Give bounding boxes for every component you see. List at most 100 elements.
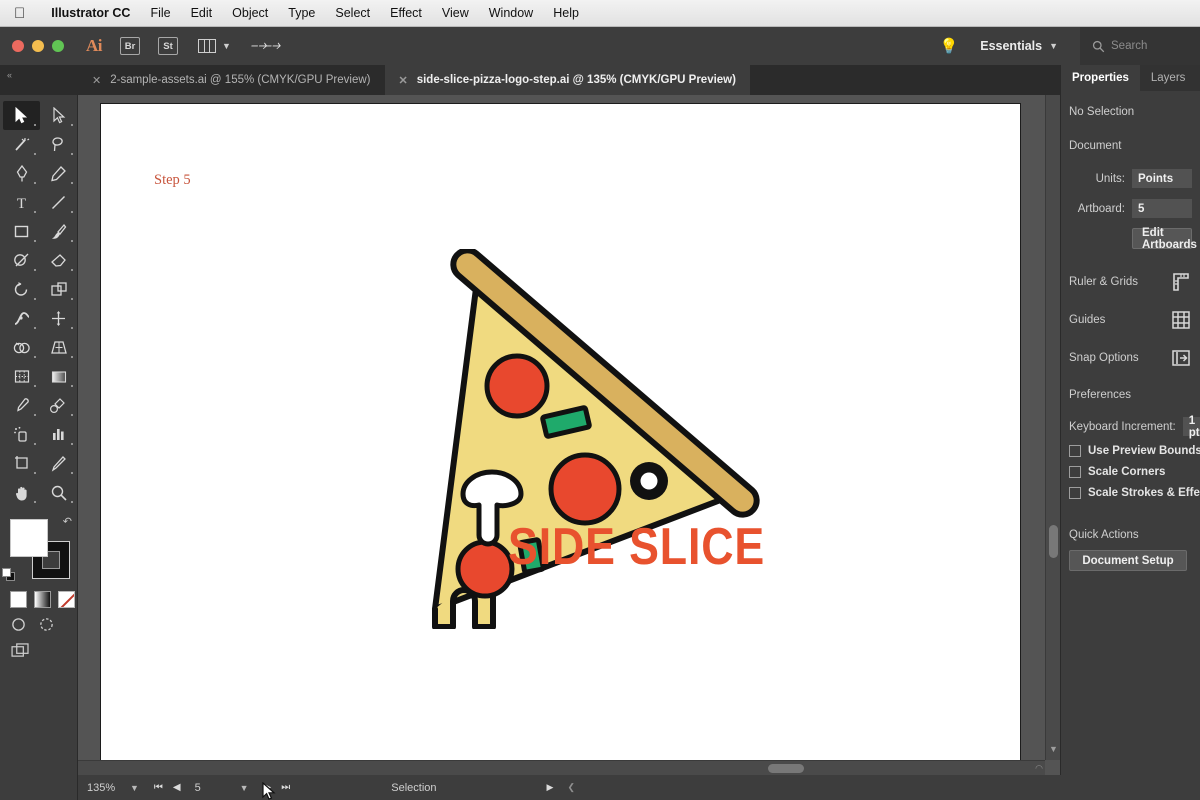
logo-wordmark[interactable]: SIDE SLICE bbox=[508, 517, 765, 577]
units-value[interactable]: Points bbox=[1132, 169, 1192, 188]
rotate-tool[interactable] bbox=[3, 275, 40, 304]
previous-artboard-button[interactable]: ◀ bbox=[168, 782, 186, 793]
symbol-sprayer-tool[interactable] bbox=[3, 420, 40, 449]
horizontal-scrollbar-thumb[interactable] bbox=[768, 764, 804, 773]
stock-button[interactable]: St bbox=[158, 37, 178, 55]
zoom-chevron-down-icon[interactable]: ▼ bbox=[120, 783, 149, 793]
tab-layers[interactable]: Layers bbox=[1140, 65, 1197, 91]
ruler-icon[interactable] bbox=[1170, 271, 1192, 293]
menu-item-window[interactable]: Window bbox=[479, 0, 543, 27]
free-transform-tool[interactable] bbox=[40, 304, 77, 333]
document-heading: Document bbox=[1069, 140, 1122, 152]
menu-item-view[interactable]: View bbox=[432, 0, 479, 27]
document-setup-button[interactable]: Document Setup bbox=[1069, 550, 1187, 571]
draw-behind-icon[interactable] bbox=[39, 617, 54, 632]
checkbox-scale-corners[interactable]: Scale Corners bbox=[1069, 466, 1192, 478]
tab-properties[interactable]: Properties bbox=[1061, 65, 1140, 91]
horizontal-scrollbar[interactable]: ◠ bbox=[78, 760, 1045, 775]
document-tab-side-slice-pizza-logo[interactable]: ✕ side-slice-pizza-logo-step.ai @ 135% (… bbox=[384, 65, 750, 95]
next-artboard-button[interactable]: ▶ bbox=[259, 782, 277, 793]
change-screen-mode-button[interactable] bbox=[0, 632, 77, 663]
close-icon[interactable]: ✕ bbox=[399, 74, 408, 87]
menu-item-file[interactable]: File bbox=[140, 0, 180, 27]
eraser-tool[interactable] bbox=[40, 246, 77, 275]
checkbox-icon[interactable] bbox=[1069, 445, 1081, 457]
lightbulb-icon[interactable]: 💡 bbox=[940, 37, 959, 55]
lasso-tool[interactable] bbox=[40, 130, 77, 159]
guides-grid-icon[interactable] bbox=[1170, 309, 1192, 331]
zoom-level[interactable]: 135% bbox=[78, 782, 120, 794]
snap-to-point-icon[interactable] bbox=[1170, 347, 1192, 369]
hand-tool[interactable] bbox=[3, 478, 40, 507]
menu-item-type[interactable]: Type bbox=[278, 0, 325, 27]
menu-item-help[interactable]: Help bbox=[543, 0, 589, 27]
first-artboard-button[interactable]: ⏮ bbox=[149, 782, 168, 793]
shaper-tool[interactable] bbox=[3, 246, 40, 275]
color-mode-button[interactable] bbox=[10, 591, 27, 608]
artboard[interactable]: Step 5 SIDE SLICE bbox=[101, 104, 1020, 768]
gradient-mode-button[interactable] bbox=[34, 591, 51, 608]
search-field[interactable]: Search bbox=[1080, 27, 1200, 65]
last-artboard-button[interactable]: ⏭ bbox=[276, 782, 295, 793]
resize-grip-icon[interactable]: ◠ bbox=[1035, 763, 1043, 774]
magic-wand-tool[interactable] bbox=[3, 130, 40, 159]
artboard-number[interactable]: 5 bbox=[186, 782, 230, 794]
paintbrush-tool[interactable] bbox=[40, 217, 77, 246]
maximize-window-button[interactable] bbox=[52, 40, 64, 52]
document-tab-sample-assets[interactable]: ✕ 2-sample-assets.ai @ 155% (CMYK/GPU Pr… bbox=[78, 65, 385, 95]
checkbox-icon[interactable] bbox=[1069, 466, 1081, 478]
line-segment-tool[interactable] bbox=[40, 188, 77, 217]
artboard-value[interactable]: 5 bbox=[1132, 199, 1192, 218]
close-window-button[interactable] bbox=[12, 40, 24, 52]
keyboard-increment-value[interactable]: 1 pt bbox=[1182, 415, 1200, 439]
perspective-grid-tool[interactable] bbox=[40, 333, 77, 362]
arrange-documents-button[interactable]: ▼ bbox=[198, 39, 231, 53]
menu-item-select[interactable]: Select bbox=[325, 0, 380, 27]
close-icon[interactable]: ✕ bbox=[92, 74, 101, 87]
type-tool[interactable]: T bbox=[3, 188, 40, 217]
status-play-icon[interactable]: ▶ bbox=[547, 782, 554, 793]
minimize-window-button[interactable] bbox=[32, 40, 44, 52]
checkbox-icon[interactable] bbox=[1069, 487, 1081, 499]
preferences-heading: Preferences bbox=[1069, 389, 1132, 401]
eyedropper-tool[interactable] bbox=[3, 391, 40, 420]
zoom-tool[interactable] bbox=[40, 478, 77, 507]
width-tool[interactable] bbox=[3, 304, 40, 333]
pen-tool[interactable] bbox=[3, 159, 40, 188]
slice-tool[interactable] bbox=[40, 449, 77, 478]
draw-normal-icon[interactable] bbox=[11, 617, 26, 632]
apple-icon[interactable]:  bbox=[14, 6, 25, 21]
canvas-area[interactable]: Step 5 SIDE SLICE bbox=[78, 95, 1060, 775]
chevron-down-icon[interactable]: ▼ bbox=[1049, 744, 1058, 754]
rectangle-tool[interactable] bbox=[3, 217, 40, 246]
fill-color-swatch[interactable] bbox=[10, 519, 48, 557]
panel-collapse-handle[interactable]: « bbox=[0, 65, 78, 95]
menu-item-illustrator[interactable]: Illustrator CC bbox=[41, 0, 140, 27]
artboard-tool[interactable] bbox=[3, 449, 40, 478]
menu-item-edit[interactable]: Edit bbox=[181, 0, 223, 27]
gradient-tool[interactable] bbox=[40, 362, 77, 391]
artboard-chevron-down-icon[interactable]: ▼ bbox=[230, 783, 259, 793]
vertical-scrollbar-thumb[interactable] bbox=[1049, 525, 1058, 558]
edit-artboards-button[interactable]: Edit Artboards bbox=[1132, 227, 1197, 251]
menu-item-effect[interactable]: Effect bbox=[380, 0, 432, 27]
status-selection-label[interactable]: Selection bbox=[391, 782, 436, 794]
mesh-tool[interactable] bbox=[3, 362, 40, 391]
shape-builder-tool[interactable] bbox=[3, 333, 40, 362]
bridge-button[interactable]: Br bbox=[120, 37, 140, 55]
checkbox-scale-strokes-effects[interactable]: Scale Strokes & Effects bbox=[1069, 487, 1200, 499]
vertical-scrollbar[interactable]: ▼ bbox=[1045, 95, 1060, 760]
default-fill-stroke-icon[interactable] bbox=[2, 568, 15, 581]
selection-tool[interactable] bbox=[3, 101, 40, 130]
none-mode-button[interactable] bbox=[58, 591, 75, 608]
sweep-brush-icon[interactable]: ⤍⤍ bbox=[249, 37, 280, 55]
direct-selection-tool[interactable] bbox=[40, 101, 77, 130]
scale-tool[interactable] bbox=[40, 275, 77, 304]
curvature-tool[interactable] bbox=[40, 159, 77, 188]
workspace-switcher[interactable]: Essentials ▼ bbox=[980, 39, 1058, 53]
checkbox-use-preview-bounds[interactable]: Use Preview Bounds bbox=[1069, 445, 1200, 457]
column-graph-tool[interactable] bbox=[40, 420, 77, 449]
swap-fill-stroke-icon[interactable]: ↶ bbox=[63, 515, 72, 528]
blend-tool[interactable] bbox=[40, 391, 77, 420]
menu-item-object[interactable]: Object bbox=[222, 0, 278, 27]
